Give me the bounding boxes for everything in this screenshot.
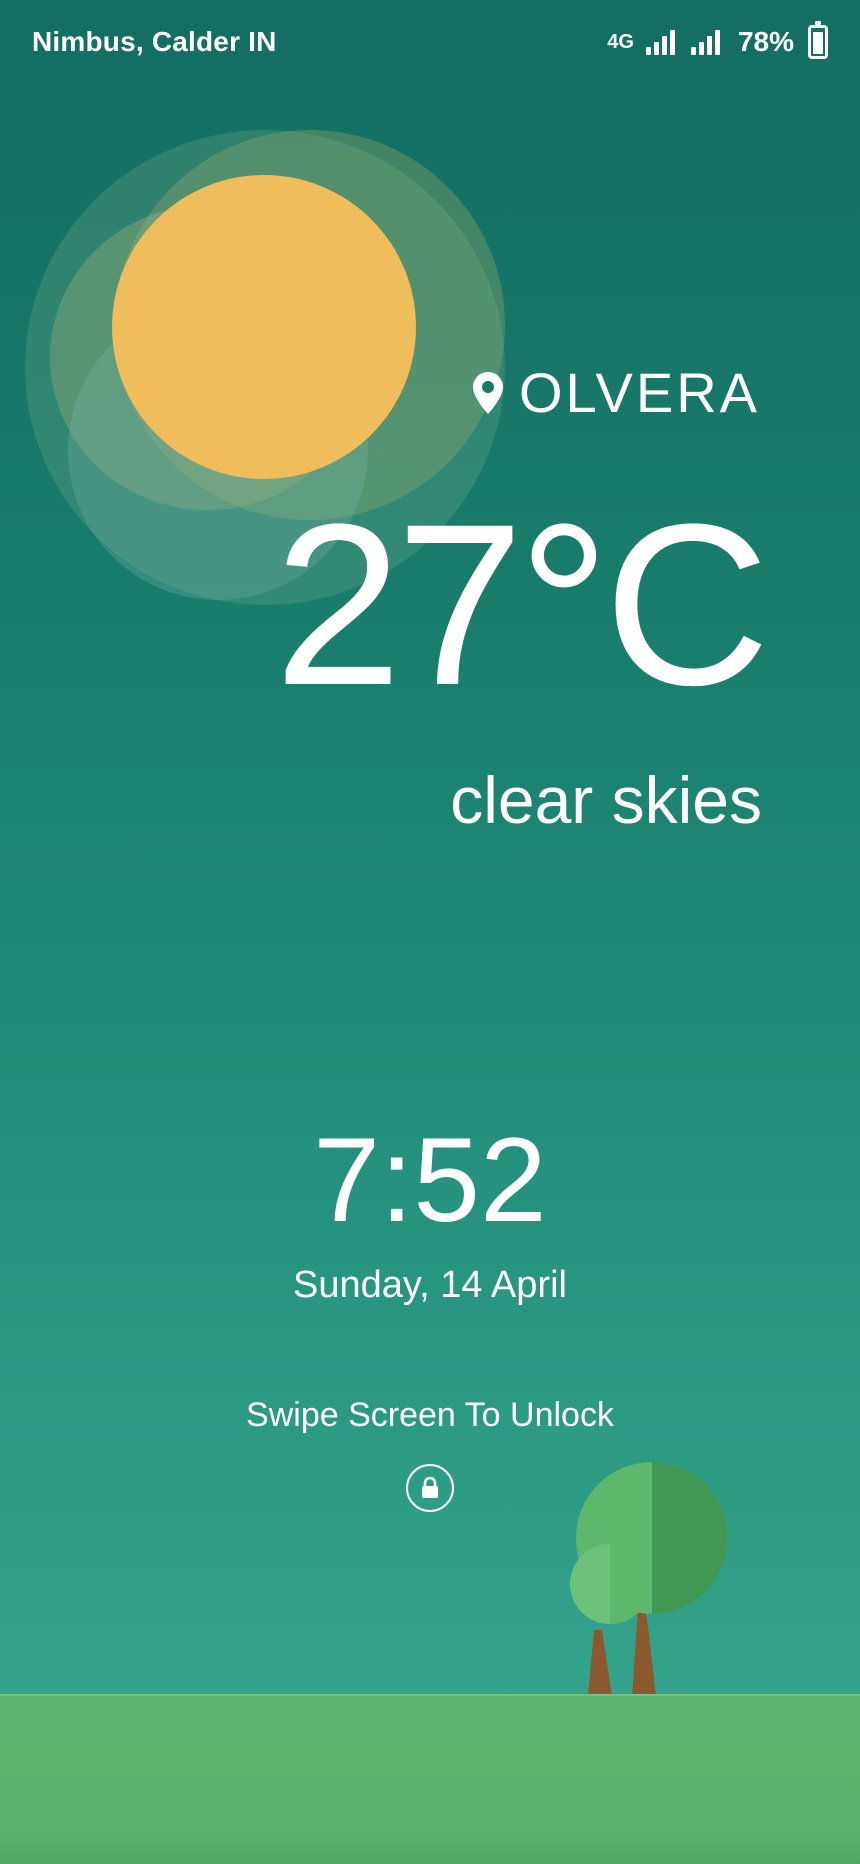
ground xyxy=(0,1694,860,1864)
battery-percent: 78% xyxy=(737,26,794,57)
tree-trunk-large xyxy=(632,1610,656,1696)
network-type: 4G xyxy=(607,30,634,53)
sun-halo xyxy=(115,130,505,520)
signal-strength-icon xyxy=(645,29,675,55)
weather-condition: clear skies xyxy=(450,763,762,837)
temperature: 27°C xyxy=(274,476,770,733)
battery-level-fill xyxy=(813,32,823,54)
sun-disc xyxy=(112,175,416,479)
lockscreen-time: 7:52 xyxy=(313,1113,547,1247)
status-bar: Nimbus, Calder IN 4G 78% xyxy=(0,0,860,84)
sun-halo xyxy=(50,205,365,510)
status-indicators: 4G 78% xyxy=(607,21,828,59)
signal-strength-icon-sim2 xyxy=(690,29,720,55)
location-pin-icon xyxy=(472,371,503,414)
unlock-hint: Swipe Screen To Unlock xyxy=(246,1396,614,1434)
trees-illustration xyxy=(570,1462,728,1696)
location-name: OLVERA xyxy=(518,361,760,424)
lockscreen-date: Sunday, 14 April xyxy=(293,1264,567,1306)
tree-crown-large-shade xyxy=(652,1462,728,1614)
tree-trunk-small xyxy=(588,1630,612,1696)
weather-location[interactable]: OLVERA xyxy=(472,360,760,425)
carrier-name: Nimbus, Calder IN xyxy=(32,26,277,57)
lock-icon xyxy=(422,1477,438,1498)
battery-icon xyxy=(808,21,828,59)
unlock-button[interactable] xyxy=(406,1464,454,1512)
